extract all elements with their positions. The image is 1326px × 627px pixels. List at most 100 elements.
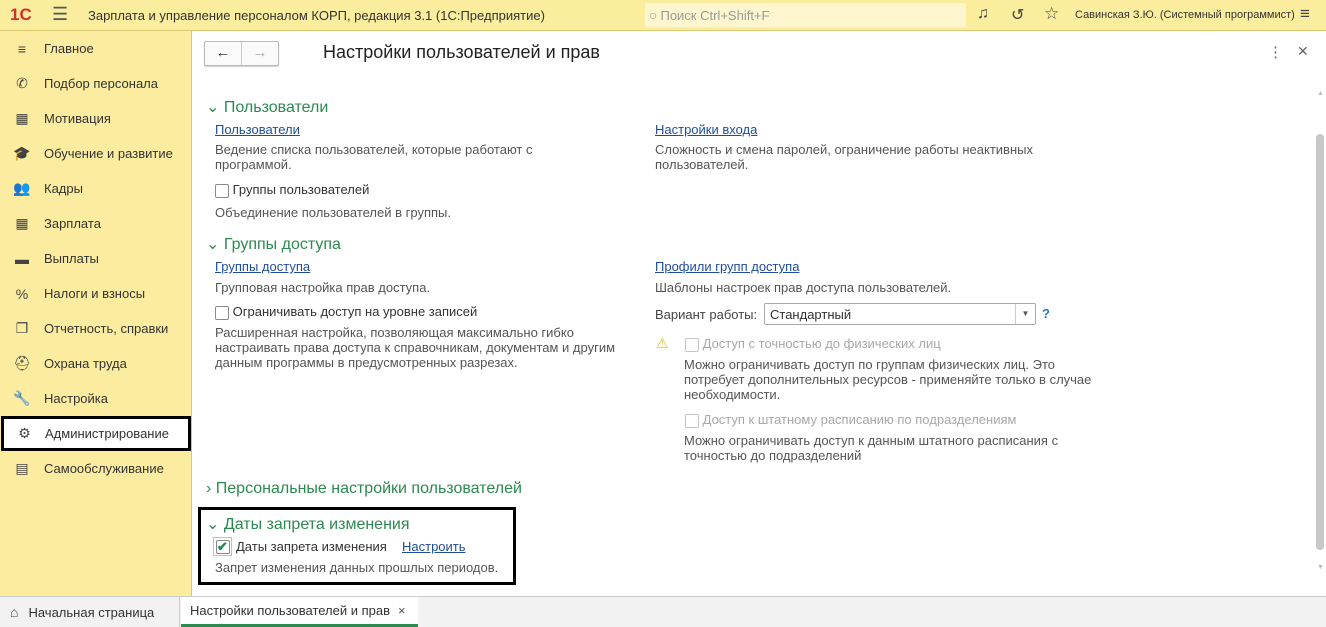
chevron-down-icon: ⌄ [206,516,220,533]
sidebar-item-1[interactable]: ≡ Главное [0,31,191,66]
scroll-down-icon[interactable]: ▼ [1317,564,1324,571]
wallet-icon: ▬ [15,250,29,267]
history-icon[interactable]: ↺ [1011,5,1024,25]
section-users-header[interactable]: ⌄ Пользователи [206,97,328,117]
page-title: Настройки пользователей и прав [323,42,600,62]
sidebar-item-label: Отчетность, справки [44,321,169,336]
checkbox[interactable] [685,413,699,428]
sidebar-item-11[interactable]: 🔧 Настройка [0,381,191,416]
id-card-icon: ▤ [15,460,29,476]
staff-desc: Можно ограничивать доступ к данным штатн… [684,433,1059,463]
people-icon: 👥 [13,180,31,196]
variant-label: Вариант работы: [655,307,758,322]
menu-lines-icon: ≡ [17,40,27,57]
checkbox[interactable] [685,337,699,352]
chevron-right-icon: › [206,480,212,497]
access-profiles-desc: Шаблоны настроек прав доступа пользовате… [655,280,952,295]
sidebar-item-label: Налоги и взносы [44,286,146,301]
variant-select[interactable]: Стандартный ▼ [764,303,1036,325]
sidebar-item-10[interactable]: ⛑ Охрана труда [0,346,191,381]
sidebar-item-9[interactable]: ❐ Отчетность, справки [0,311,191,346]
section-personal-header[interactable]: › Персональные настройки пользователей [206,480,522,498]
sidebar-item-12[interactable]: ⚙ Администрирование [1,416,191,451]
check-icon[interactable]: ✔ [215,539,230,554]
configure-link[interactable]: Настроить [402,539,466,554]
bell-icon[interactable]: ♫ [977,5,989,23]
scroll-thumb[interactable] [1316,134,1324,550]
tab-bar: ⌂ Начальная страница Настройки пользоват… [0,596,1326,627]
chevron-down-icon: ⌄ [206,99,220,116]
help-icon[interactable]: ? [1042,306,1050,321]
scrollbar[interactable]: ▲ ▼ [1314,90,1326,576]
sidebar-item-2[interactable]: ✆ Подбор персонала [0,66,191,101]
gift-icon: ▦ [15,110,29,126]
graduation-cap-icon: 🎓 [13,145,31,161]
more-icon[interactable]: ⋮ [1268,43,1283,61]
user-groups-desc: Объединение пользователей в группы. [215,205,451,220]
persons-desc: Можно ограничивать доступ по группам физ… [684,357,1092,402]
chevron-down-icon: ⌄ [206,236,220,253]
app-title: Зарплата и управление персоналом КОРП, р… [88,8,545,23]
dates-desc: Запрет изменения данных прошлых периодов… [215,560,499,575]
sidebar: ≡ Главное ✆ Подбор персонала ▦ Мотивация 🎓 Обуч… [0,31,192,596]
checkbox[interactable] [215,305,229,320]
sidebar-item-label: Зарплата [44,216,101,231]
sidebar-item-label: Администрирование [45,426,169,441]
login-settings-link[interactable]: Настройки входа [655,122,757,137]
dates-checkbox[interactable]: ✔ Даты запрета изменения [213,537,387,556]
close-icon[interactable]: ✕ [1297,43,1309,60]
users-link[interactable]: Пользователи [215,122,300,137]
percent-icon: % [15,285,29,302]
warning-icon: ⚠ [656,335,669,351]
tab-home[interactable]: ⌂ Начальная страница [0,597,180,627]
sidebar-item-label: Настройка [44,391,108,406]
back-arrow-icon[interactable]: ← [205,42,242,65]
star-icon[interactable]: ☆ [1044,4,1059,24]
helmet-icon: ⛑ [13,355,31,371]
sidebar-item-8[interactable]: % Налоги и взносы [0,276,191,311]
sidebar-item-label: Главное [44,41,94,56]
sidebar-item-13[interactable]: ▤ Самообслуживание [0,451,191,486]
wrench-icon: 🔧 [13,390,31,406]
gear-icon: ⚙ [18,425,31,441]
access-profiles-link[interactable]: Профили групп доступа [655,259,799,274]
scroll-up-icon[interactable]: ▲ [1317,90,1324,97]
sidebar-item-6[interactable]: ▦ Зарплата [0,206,191,241]
users-desc: Ведение списка пользователей, которые ра… [215,142,533,172]
section-access-header[interactable]: ⌄ Группы доступа [206,234,341,254]
section-dates-header[interactable]: ⌄ Даты запрета изменения [206,514,410,534]
sidebar-item-4[interactable]: 🎓 Обучение и развитие [0,136,191,171]
phone-icon: ✆ [16,75,28,91]
home-icon: ⌂ [10,604,19,620]
sidebar-item-label: Охрана труда [44,356,127,371]
sidebar-item-5[interactable]: 👥 Кадры [0,171,191,206]
documents-icon: ❐ [15,320,29,336]
user-groups-checkbox[interactable]: Группы пользователей [215,182,369,198]
search-input[interactable]: ○ Поиск Ctrl+Shift+F [645,3,966,27]
sidebar-item-label: Самообслуживание [44,461,164,476]
dropdown-arrow-icon[interactable]: ▼ [1015,304,1035,324]
settings-menu-icon[interactable]: ≡ [1300,4,1310,24]
sidebar-item-label: Выплаты [44,251,99,266]
search-icon: ○ [649,7,658,23]
checkbox[interactable] [215,183,229,198]
access-groups-link[interactable]: Группы доступа [215,259,310,274]
calculator-icon: ▦ [15,215,29,231]
record-level-desc: Расширенная настройка, позволяющая макси… [215,325,616,370]
persons-checkbox[interactable]: Доступ с точностью до физических лиц [685,336,941,352]
tab-close-icon[interactable]: × [398,603,406,618]
staff-checkbox[interactable]: Доступ к штатному расписанию по подразде… [685,412,1016,428]
sidebar-item-3[interactable]: ▦ Мотивация [0,101,191,136]
forward-arrow-icon[interactable]: → [242,42,278,65]
login-settings-desc: Сложность и смена паролей, ограничение р… [655,142,1033,172]
nav-buttons: ← → [204,41,279,66]
sidebar-item-label: Подбор персонала [44,76,158,91]
user-name[interactable]: Савинская З.Ю. (Системный программист) [1075,9,1295,21]
sidebar-item-label: Кадры [44,181,83,196]
sidebar-item-label: Обучение и развитие [44,146,173,161]
hamburger-menu-icon[interactable]: ☰ [52,4,68,25]
record-level-checkbox[interactable]: Ограничивать доступ на уровне записей [215,304,477,320]
sidebar-item-7[interactable]: ▬ Выплаты [0,241,191,276]
sidebar-item-label: Мотивация [44,111,111,126]
tab-settings[interactable]: Настройки пользователей и прав × [181,597,418,627]
